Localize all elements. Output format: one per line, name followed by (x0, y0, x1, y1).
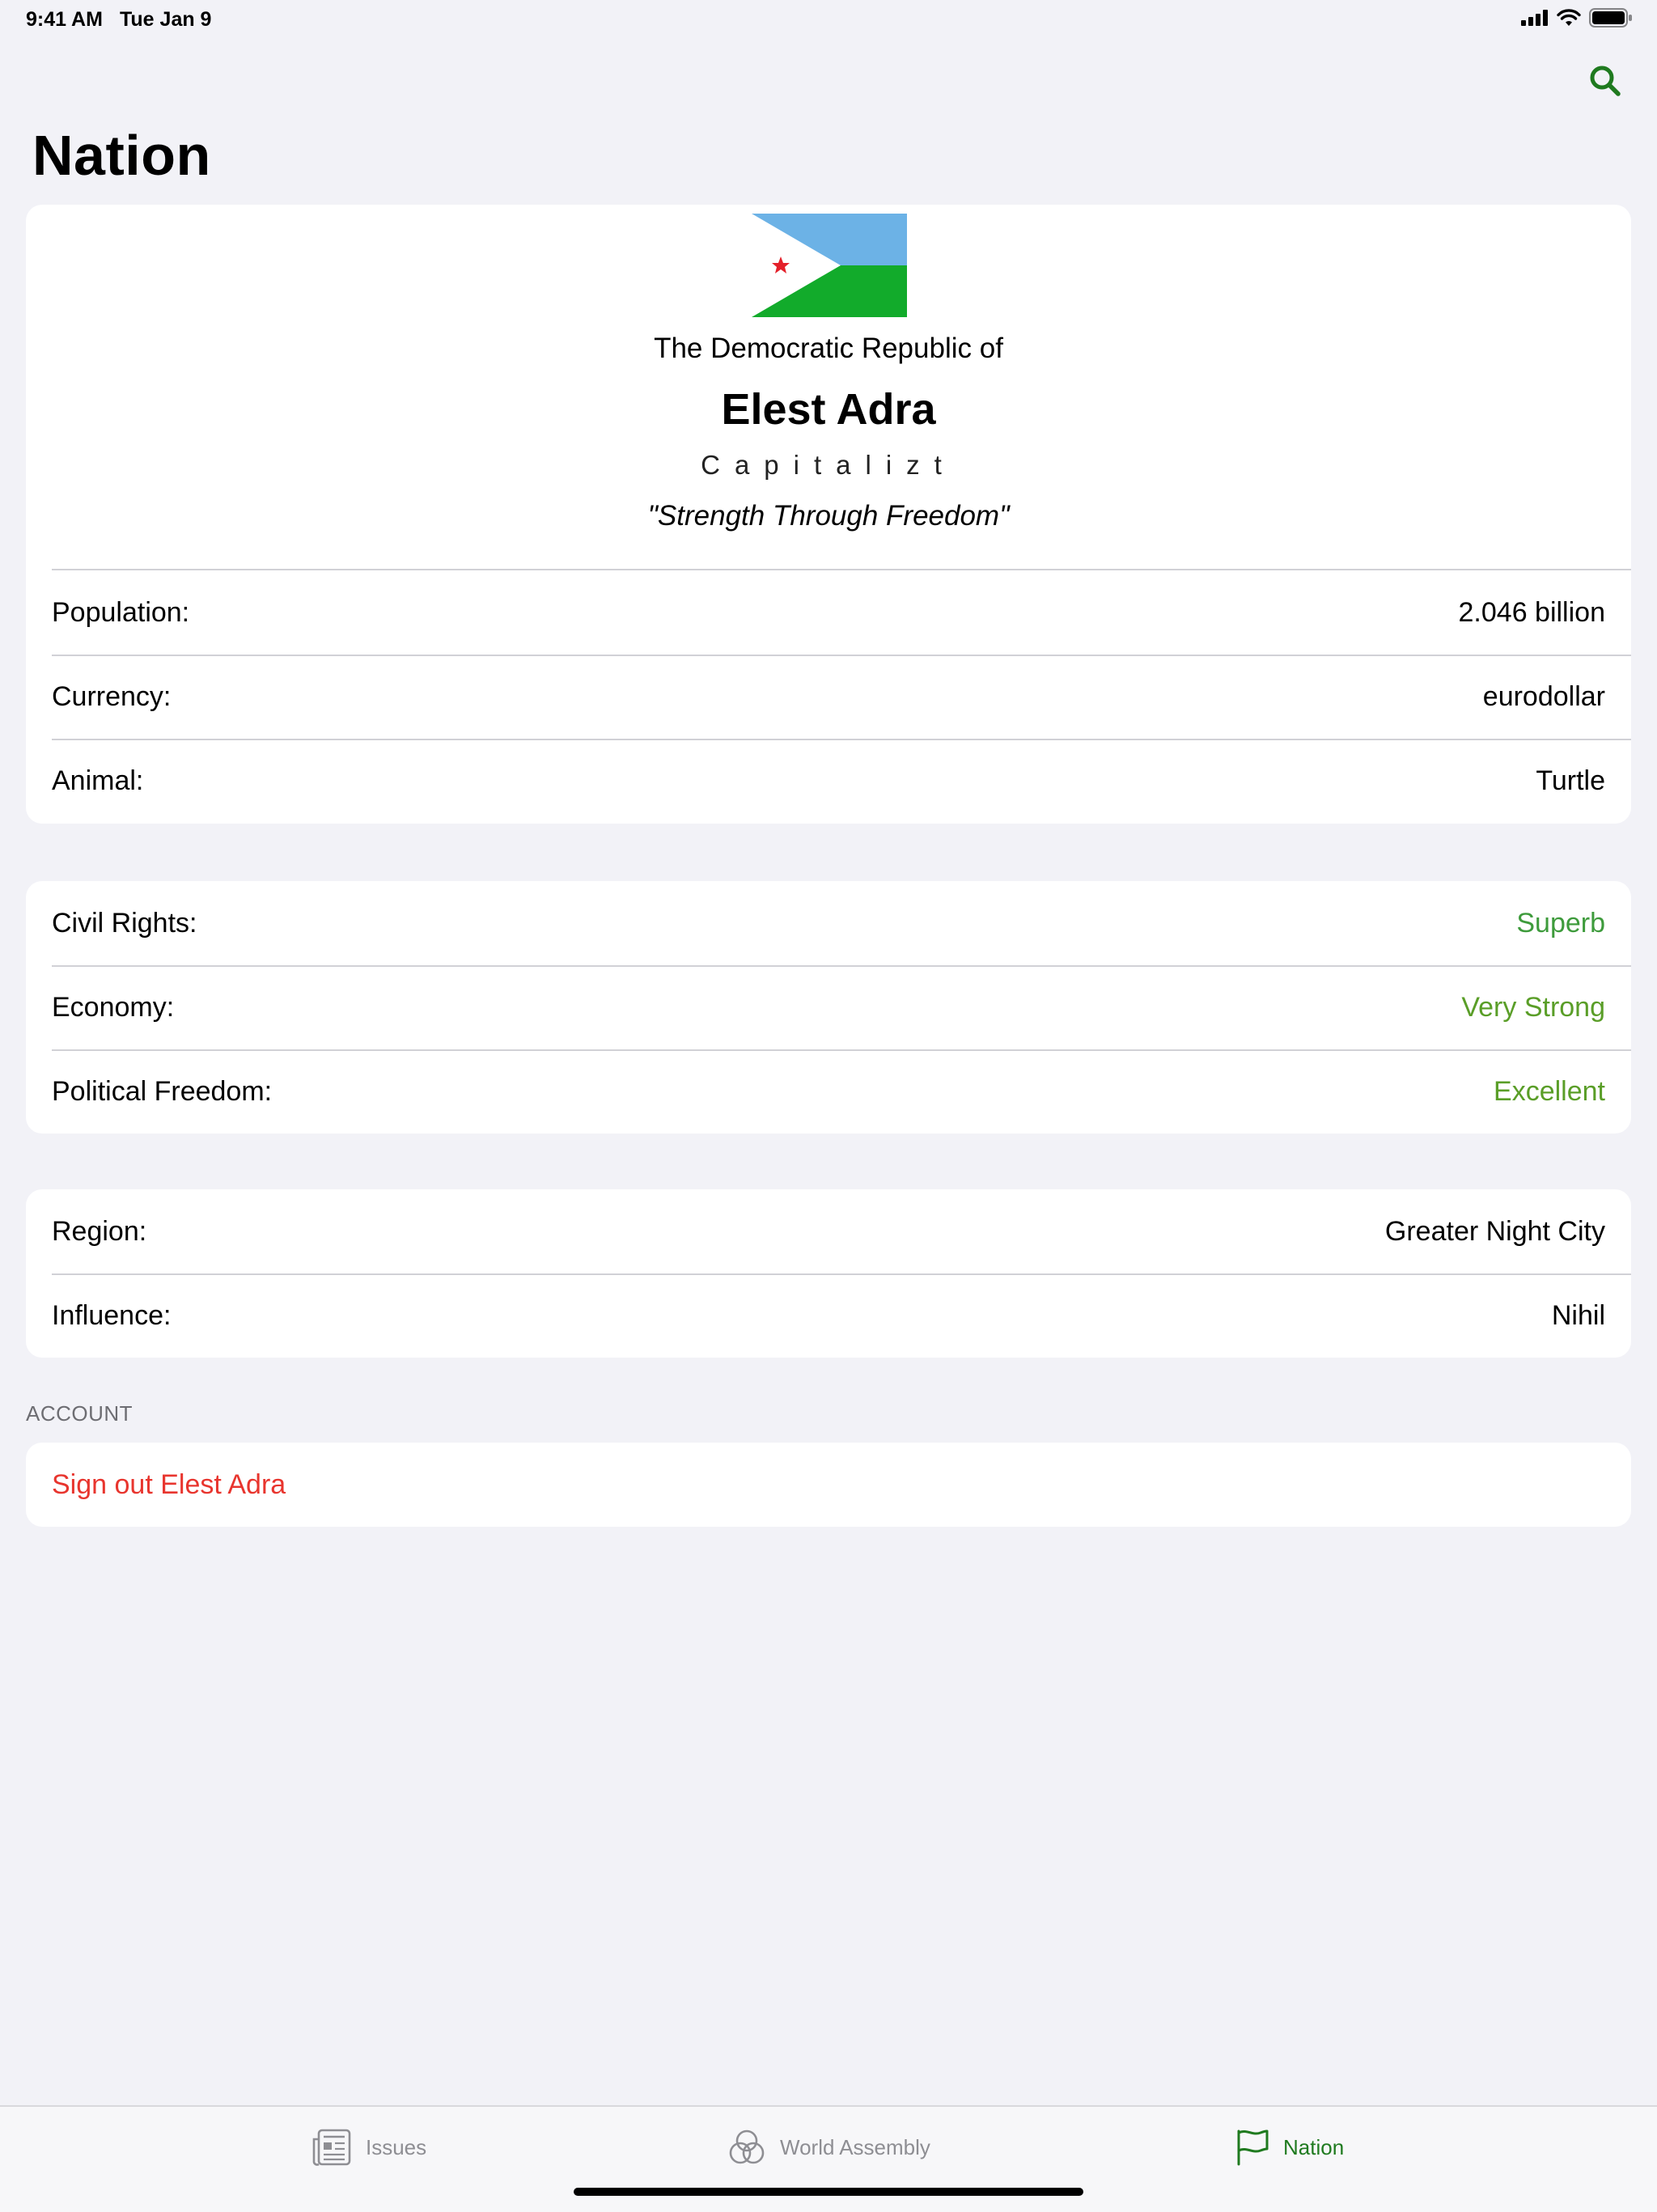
tab-label: Nation (1283, 2134, 1345, 2159)
info-row-currency: Currency: eurodollar (26, 655, 1631, 739)
tab-world-assembly[interactable]: World Assembly (727, 2128, 930, 2167)
tab-issues[interactable]: Issues (311, 2128, 426, 2167)
row-value: Superb (1516, 907, 1605, 939)
flag-icon (1237, 2129, 1269, 2166)
row-value: Turtle (1536, 765, 1605, 796)
account-section-header: ACCOUNT (26, 1401, 133, 1426)
row-label: Political Freedom: (52, 1075, 273, 1107)
venn-circles-icon (729, 2129, 765, 2164)
row-label: Population: (52, 596, 190, 628)
nation-info-card: The Democratic Republic of Elest Adra Ca… (26, 205, 1631, 824)
row-value: Nihil (1551, 1299, 1605, 1331)
row-label: Animal: (52, 765, 144, 796)
status-date: Tue Jan 9 (120, 8, 212, 31)
nation-category: Capitalizt (701, 450, 956, 480)
status-time: 9:41 AM (26, 8, 103, 31)
sign-out-button[interactable]: Sign out Elest Adra (26, 1443, 1631, 1527)
search-button[interactable] (1587, 63, 1623, 99)
tab-nation[interactable]: Nation (1235, 2128, 1344, 2167)
info-row-population: Population: 2.046 billion (26, 570, 1631, 655)
wifi-icon (1557, 9, 1581, 26)
region-row[interactable]: Region: Greater Night City (26, 1189, 1631, 1273)
row-value: Greater Night City (1384, 1215, 1605, 1247)
row-label: Civil Rights: (52, 907, 197, 939)
row-value: Very Strong (1461, 991, 1605, 1023)
battery-icon (1589, 8, 1632, 28)
newspaper-icon (312, 2129, 351, 2166)
rating-row-political-freedom: Political Freedom: Excellent (26, 1049, 1631, 1134)
search-icon (1590, 66, 1621, 96)
row-value: eurodollar (1482, 680, 1605, 712)
account-card: Sign out Elest Adra (26, 1443, 1631, 1527)
cellular-signal-icon (1521, 10, 1548, 26)
influence-row: Influence: Nihil (26, 1273, 1631, 1358)
rating-row-civil-rights: Civil Rights: Superb (26, 881, 1631, 965)
ratings-card: Civil Rights: Superb Economy: Very Stron… (26, 881, 1631, 1134)
row-value: Excellent (1494, 1075, 1605, 1107)
info-row-animal: Animal: Turtle (26, 739, 1631, 823)
home-indicator (574, 2188, 1083, 2196)
status-icons (1521, 8, 1633, 28)
tab-label: World Assembly (780, 2134, 930, 2159)
nation-flag (752, 214, 907, 317)
nation-motto: "Strength Through Freedom" (647, 500, 1010, 532)
nation-header: The Democratic Republic of Elest Adra Ca… (26, 205, 1631, 570)
status-bar: 9:41 AM Tue Jan 9 (0, 0, 1657, 39)
tab-label: Issues (366, 2134, 427, 2159)
region-card: Region: Greater Night City Influence: Ni… (26, 1189, 1631, 1358)
page-title: Nation (32, 124, 211, 187)
nation-name: Elest Adra (721, 385, 936, 434)
row-label: Economy: (52, 991, 175, 1023)
row-value: 2.046 billion (1458, 596, 1605, 628)
nation-pretitle: The Democratic Republic of (654, 333, 1003, 364)
row-label: Region: (52, 1215, 147, 1247)
row-label: Currency: (52, 680, 172, 712)
rating-row-economy: Economy: Very Strong (26, 965, 1631, 1049)
tab-bar: Issues World Assembly Nation (0, 2105, 1657, 2212)
row-label: Influence: (52, 1299, 172, 1331)
